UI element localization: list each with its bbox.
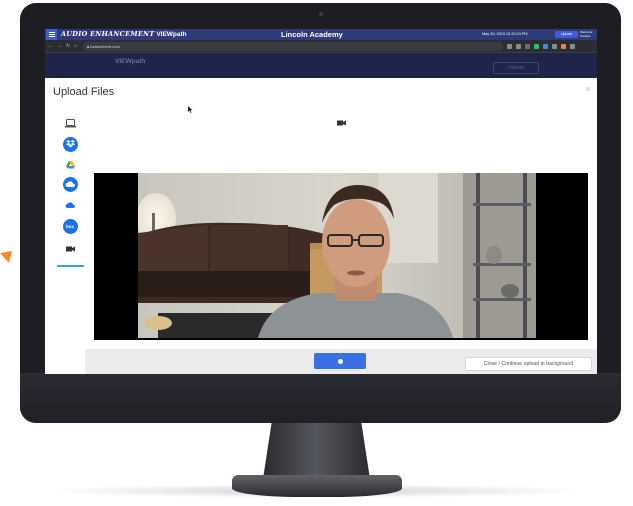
address-bar[interactable]: 🔒︎ barsheleent.com <box>83 42 503 51</box>
extension-icons <box>507 42 575 49</box>
extension-icon[interactable] <box>525 44 530 49</box>
welcome-text: Welcome Teacher <box>580 30 593 38</box>
browser-toolbar: ← → ↻ ⌂ 🔒︎ barsheleent.com <box>45 40 597 53</box>
extension-green-icon[interactable] <box>534 44 539 49</box>
app-header: AUDIO ENHANCEMENT VIEWpath Lincoln Acade… <box>45 29 597 40</box>
source-onedrive[interactable] <box>55 176 85 192</box>
mouse-cursor-icon <box>188 106 193 113</box>
hamburger-menu-icon[interactable] <box>46 29 57 40</box>
close-continue-upload-button[interactable]: Close / Continue upload in background <box>465 357 592 371</box>
upload-files-modal: Upload Files × box Close / Continue uplo… <box>45 78 597 374</box>
browser-nav: ← → ↻ ⌂ <box>48 43 77 50</box>
webcam-lens <box>319 12 323 16</box>
bookmark-icon[interactable] <box>516 44 521 49</box>
forward-icon[interactable]: → <box>57 43 62 50</box>
brand: AUDIO ENHANCEMENT VIEWpath <box>61 30 187 39</box>
reload-icon[interactable]: ↻ <box>66 43 70 50</box>
background-app-bar: VIEWpath Upload <box>45 53 597 78</box>
stage: AUDIO ENHANCEMENT VIEWpath Lincoln Acade… <box>0 0 633 506</box>
url-text: barsheleent.com <box>90 44 120 49</box>
back-icon[interactable]: ← <box>48 43 53 50</box>
laptop-icon <box>64 118 76 127</box>
source-dropbox[interactable] <box>55 136 85 152</box>
webcam-video <box>138 173 536 338</box>
active-source-indicator <box>57 265 84 267</box>
more-icon[interactable] <box>570 44 575 49</box>
google-drive-icon <box>65 161 75 169</box>
monitor-chin <box>20 373 621 423</box>
video-camera-icon <box>65 246 75 252</box>
modal-close-icon[interactable]: × <box>585 84 590 94</box>
brand-name: AUDIO ENHANCEMENT <box>61 30 155 38</box>
datetime: May 30, 2019 12:20:24 PM <box>482 32 528 36</box>
box-icon: box <box>62 218 78 234</box>
monitor-stand-base <box>232 475 402 497</box>
extension-blue-icon[interactable] <box>543 44 548 49</box>
record-button[interactable] <box>314 353 366 369</box>
source-computer[interactable] <box>55 115 85 131</box>
dropbox-icon <box>62 136 78 152</box>
monitor-stand-neck <box>263 423 370 479</box>
source-onedrive-business[interactable] <box>55 197 85 213</box>
extension-orange-icon[interactable] <box>561 44 566 49</box>
onedrive-icon <box>62 176 78 192</box>
source-google-drive[interactable] <box>55 157 85 173</box>
cloud-icon <box>65 202 75 208</box>
product-name: VIEWpath <box>156 31 187 38</box>
screen: AUDIO ENHANCEMENT VIEWpath Lincoln Acade… <box>45 29 597 374</box>
orange-arrow-icon <box>0 251 12 263</box>
background-upload-button: Upload <box>493 62 539 74</box>
webcam-preview <box>94 173 588 340</box>
home-icon[interactable]: ⌂ <box>74 43 77 50</box>
video-camera-icon <box>337 120 346 126</box>
cast-icon[interactable] <box>507 44 512 49</box>
organization-name: Lincoln Academy <box>281 30 343 39</box>
record-icon <box>337 358 343 364</box>
source-webcam[interactable] <box>55 241 85 257</box>
modal-title: Upload Files <box>53 86 115 98</box>
extension-gray-icon[interactable] <box>552 44 557 49</box>
background-app-title: VIEWpath <box>115 58 146 65</box>
lock-icon: 🔒︎ <box>87 44 90 49</box>
source-box[interactable]: box <box>55 218 85 234</box>
monitor: AUDIO ENHANCEMENT VIEWpath Lincoln Acade… <box>20 3 621 423</box>
webcam-scene-image <box>138 173 536 338</box>
header-upload-button[interactable]: Upload <box>555 31 578 38</box>
